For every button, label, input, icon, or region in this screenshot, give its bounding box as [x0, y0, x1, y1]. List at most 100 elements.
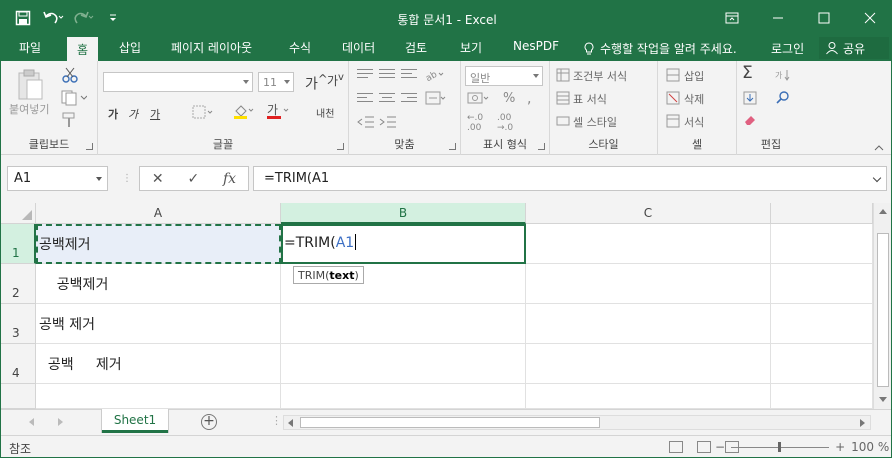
cell-b1[interactable]: =TRIM(A1 [281, 224, 526, 264]
cell-d1[interactable] [771, 224, 873, 264]
expand-formula-bar-icon[interactable] [872, 173, 882, 183]
tab-home[interactable]: 홈 [67, 37, 99, 61]
number-dialog-launcher[interactable] [538, 143, 545, 150]
decrease-decimal-icon[interactable]: .00 →.0 [497, 113, 513, 133]
tab-data[interactable]: 데이터 [342, 39, 375, 56]
collapse-ribbon-icon[interactable] [874, 141, 884, 155]
ribbon-display-icon[interactable] [709, 1, 755, 35]
top-align-icon[interactable] [357, 69, 373, 83]
page-layout-view-icon[interactable] [697, 441, 711, 453]
formula-input[interactable]: =TRIM(A1 [253, 166, 887, 191]
cell-d3[interactable] [771, 304, 873, 344]
cell-c3[interactable] [526, 304, 771, 344]
autosum-icon[interactable]: Σ [742, 63, 753, 83]
percent-style-icon[interactable]: % [503, 91, 515, 106]
scroll-left-icon[interactable] [288, 419, 293, 427]
paste-label[interactable]: 붙여넣기 [9, 101, 49, 117]
add-sheet-icon[interactable]: + [201, 414, 217, 430]
tab-formulas[interactable]: 수식 [289, 39, 311, 56]
enter-button[interactable]: ✓ [187, 171, 199, 187]
maximize-icon[interactable] [801, 1, 847, 35]
font-size-combo[interactable]: 11 [258, 72, 294, 92]
insert-function-button[interactable]: fx [223, 171, 236, 187]
align-left-icon[interactable] [357, 93, 373, 107]
formula-bar-grip[interactable]: ⋮ [122, 173, 132, 184]
fill-color-icon[interactable] [233, 103, 255, 122]
zoom-level[interactable]: 100 % [851, 440, 889, 454]
font-name-combo[interactable] [103, 72, 253, 92]
function-tooltip[interactable]: TRIM(text) [293, 266, 364, 284]
column-header-a[interactable]: A [36, 203, 281, 224]
zoom-slider[interactable] [731, 441, 830, 452]
cell-c1[interactable] [526, 224, 771, 264]
increase-indent-icon[interactable] [379, 115, 397, 132]
copy-icon[interactable] [61, 90, 88, 109]
conditional-format-button[interactable]: 조건부 서식 [573, 68, 627, 84]
zoom-in-icon[interactable]: + [835, 440, 845, 454]
normal-view-icon[interactable] [669, 441, 683, 453]
bottom-align-icon[interactable] [401, 69, 417, 83]
horizontal-scrollbar[interactable] [283, 415, 871, 430]
row-header-4[interactable]: 4 [1, 344, 36, 384]
cell-c4[interactable] [526, 344, 771, 384]
name-box[interactable]: A1 [7, 166, 108, 191]
paste-icon[interactable] [15, 67, 45, 104]
delete-cells-button[interactable]: 삭제 [684, 91, 704, 107]
horizontal-scroll-thumb[interactable] [300, 417, 600, 428]
cell-a3[interactable]: 공백 제거 [36, 304, 281, 344]
tab-insert[interactable]: 삽입 [119, 39, 141, 56]
tab-page-layout[interactable]: 페이지 레이아웃 [171, 39, 252, 56]
scroll-right-icon[interactable] [860, 419, 865, 427]
cell-a5[interactable] [36, 384, 281, 409]
font-color-icon[interactable]: 가 [266, 103, 290, 122]
tab-review[interactable]: 검토 [405, 39, 427, 56]
format-cells-button[interactable]: 서식 [684, 114, 704, 130]
cell-b3[interactable] [281, 304, 526, 344]
orientation-icon[interactable]: ab [424, 67, 445, 84]
cell-a1[interactable]: 공백제거 [36, 224, 281, 264]
cell-b5[interactable] [281, 384, 526, 409]
tab-view[interactable]: 보기 [460, 39, 482, 56]
tab-file[interactable]: 파일 [19, 39, 41, 56]
tab-nespdf[interactable]: NesPDF [513, 39, 559, 53]
italic-button[interactable]: 가 [128, 106, 138, 122]
borders-icon[interactable] [192, 105, 214, 122]
format-painter-icon[interactable] [61, 112, 77, 131]
cell-b4[interactable] [281, 344, 526, 384]
find-select-icon[interactable] [775, 91, 795, 108]
bold-button[interactable]: 가 [108, 106, 118, 122]
next-sheet-icon[interactable] [58, 418, 63, 426]
merge-center-icon[interactable] [425, 91, 447, 108]
cell-style-button[interactable]: 셀 스타일 [573, 114, 617, 130]
comma-style-icon[interactable]: , [527, 91, 531, 107]
share-button[interactable]: 공유 [819, 37, 889, 59]
vertical-scrollbar[interactable] [873, 203, 891, 409]
column-header-d[interactable] [771, 203, 873, 224]
tell-me-box[interactable]: 수행할 작업을 알려 주세요. [583, 40, 737, 57]
close-icon[interactable] [847, 1, 891, 35]
middle-align-icon[interactable] [379, 69, 395, 83]
cell-c2[interactable] [526, 264, 771, 304]
tab-split-grip[interactable]: ⋮ [271, 414, 282, 427]
align-right-icon[interactable] [401, 93, 417, 107]
underline-button[interactable]: 가 [150, 106, 160, 122]
accounting-format-icon[interactable] [467, 91, 491, 110]
wrap-button[interactable]: 내천 [316, 105, 334, 120]
grow-font-icon[interactable]: 가^ [305, 72, 328, 94]
row-header-2[interactable]: 2 [1, 264, 36, 304]
shrink-font-icon[interactable]: 가v [327, 72, 344, 89]
cell-d5[interactable] [771, 384, 873, 409]
cell-a2[interactable]: 공백제거 [36, 264, 281, 304]
sort-filter-icon[interactable]: 가 [775, 68, 795, 85]
zoom-out-icon[interactable]: − [715, 440, 725, 454]
vertical-scroll-thumb[interactable] [877, 233, 889, 387]
cell-c5[interactable] [526, 384, 771, 409]
cell-d2[interactable] [771, 264, 873, 304]
insert-cells-button[interactable]: 삽입 [684, 68, 704, 84]
table-format-button[interactable]: 표 서식 [573, 91, 607, 107]
fill-icon[interactable] [743, 91, 757, 108]
align-center-icon[interactable] [379, 93, 395, 107]
scroll-up-icon[interactable] [879, 209, 887, 214]
select-all-button[interactable] [1, 203, 36, 224]
number-format-combo[interactable]: 일반 [465, 66, 543, 86]
